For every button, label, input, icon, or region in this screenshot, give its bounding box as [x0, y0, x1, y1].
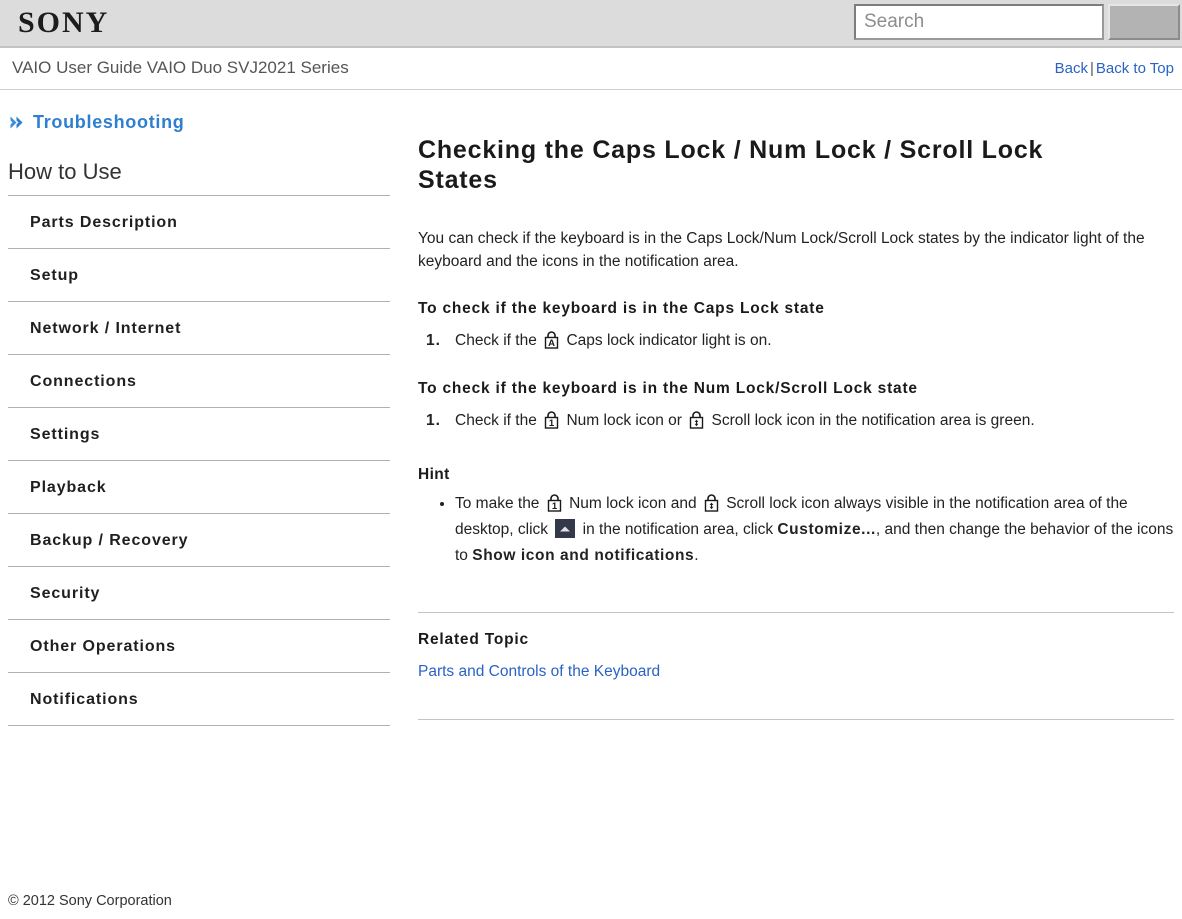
svg-text:1: 1 — [552, 501, 558, 512]
sidebar-section-heading: How to Use — [8, 159, 122, 184]
search-input[interactable] — [854, 4, 1104, 40]
customize-menu-label: Customize... — [777, 521, 876, 538]
list-item: Check if the A Caps lock indicator light… — [426, 328, 1174, 353]
sidebar-item-security[interactable]: Security — [8, 567, 390, 619]
sidebar-item-playback[interactable]: Playback — [8, 461, 390, 513]
related-topic-heading: Related Topic — [418, 631, 529, 648]
related-topic-divider-top — [418, 612, 1174, 613]
list-item[interactable]: Notifications — [8, 672, 390, 726]
sidebar-item-parts-description[interactable]: Parts Description — [8, 196, 390, 248]
back-to-top-link[interactable]: Back to Top — [1096, 60, 1174, 77]
step-text-part3: Scroll lock icon in the notification are… — [711, 412, 1035, 429]
scroll-lock-icon — [704, 494, 719, 512]
page-title-line-2: States — [418, 166, 498, 194]
list-item[interactable]: Playback — [8, 460, 390, 513]
list-item[interactable]: Connections — [8, 354, 390, 407]
sidebar-nav-list: Parts Description Setup Network / Intern… — [0, 195, 400, 726]
step-text-prefix: Check if the — [455, 332, 537, 349]
sidebar-item-connections[interactable]: Connections — [8, 355, 390, 407]
caps-lock-icon: A — [544, 331, 559, 349]
sidebar-item-network-internet[interactable]: Network / Internet — [8, 302, 390, 354]
sidebar-item-settings[interactable]: Settings — [8, 408, 390, 460]
guide-title: VAIO User Guide VAIO Duo SVJ2021 Series — [12, 58, 349, 77]
sidebar-item-setup[interactable]: Setup — [8, 249, 390, 301]
list-item[interactable]: Other Operations — [8, 619, 390, 672]
num-lock-icon: 1 — [547, 494, 561, 512]
sidebar-item-other-operations[interactable]: Other Operations — [8, 620, 390, 672]
list-item[interactable]: Backup / Recovery — [8, 513, 390, 566]
search-button[interactable] — [1108, 4, 1180, 40]
sony-logo: SONY — [18, 6, 110, 39]
step-text-part1: Check if the — [455, 412, 537, 429]
hint-list: To make the 1 Num lock icon and Scroll l… — [418, 490, 1174, 569]
page-title-line-1: Checking the Caps Lock / Num Lock / Scro… — [418, 136, 1044, 164]
hint-text-part1: To make the — [455, 495, 540, 512]
tray-expand-arrow-icon[interactable] — [555, 519, 576, 538]
hint-text-part6: . — [694, 547, 699, 564]
scroll-lock-icon — [690, 411, 704, 429]
caps-lock-steps: Check if the A Caps lock indicator light… — [418, 328, 1174, 353]
site-header: SONY — [0, 0, 1182, 48]
step-text-part2: Num lock icon or — [566, 412, 682, 429]
hint-text-part2: Num lock icon and — [569, 495, 697, 512]
svg-text:1: 1 — [549, 418, 555, 429]
step-text-suffix: Caps lock indicator light is on. — [566, 332, 772, 349]
troubleshooting-label: Troubleshooting — [33, 112, 185, 132]
list-item: Check if the 1 Num lock icon or Scroll l… — [426, 408, 1174, 433]
show-icon-and-notifications-label: Show icon and notifications — [472, 547, 695, 564]
list-item[interactable]: Security — [8, 566, 390, 619]
header-nav-links: Back | Back to Top — [1055, 60, 1174, 77]
list-item[interactable]: Parts Description — [8, 195, 390, 248]
page-body: Troubleshooting How to Use Parts Descrip… — [0, 90, 1182, 919]
search-area — [854, 4, 1180, 40]
list-item: To make the 1 Num lock icon and Scroll l… — [455, 490, 1174, 569]
caps-lock-section-heading: To check if the keyboard is in the Caps … — [418, 300, 825, 317]
intro-paragraph: You can check if the keyboard is in the … — [418, 230, 1145, 270]
sidebar-item-troubleshooting[interactable]: Troubleshooting — [0, 90, 400, 133]
related-topic-link[interactable]: Parts and Controls of the Keyboard — [418, 663, 660, 681]
back-link[interactable]: Back — [1055, 60, 1088, 77]
hint-text-part4: in the notification area, click — [582, 521, 774, 538]
list-item[interactable]: Network / Internet — [8, 301, 390, 354]
num-scroll-lock-section-heading: To check if the keyboard is in the Num L… — [418, 380, 918, 397]
sidebar-item-notifications[interactable]: Notifications — [8, 673, 390, 725]
page-title: Checking the Caps Lock / Num Lock / Scro… — [418, 135, 1174, 195]
list-item[interactable]: Setup — [8, 248, 390, 301]
num-scroll-lock-steps: Check if the 1 Num lock icon or Scroll l… — [418, 408, 1174, 433]
list-item[interactable]: Settings — [8, 407, 390, 460]
related-topic-divider-bottom — [418, 719, 1174, 720]
sidebar: Troubleshooting How to Use Parts Descrip… — [0, 90, 400, 726]
num-lock-icon: 1 — [544, 411, 559, 429]
double-chevron-right-icon — [10, 116, 23, 129]
footer-copyright: © 2012 Sony Corporation — [8, 893, 172, 909]
guide-title-bar: VAIO User Guide VAIO Duo SVJ2021 Series … — [0, 48, 1182, 90]
sidebar-item-backup-recovery[interactable]: Backup / Recovery — [8, 514, 390, 566]
svg-text:A: A — [548, 338, 555, 349]
nav-separator: | — [1089, 60, 1094, 77]
main-content: Checking the Caps Lock / Num Lock / Scro… — [418, 90, 1174, 720]
hint-heading: Hint — [418, 466, 450, 483]
